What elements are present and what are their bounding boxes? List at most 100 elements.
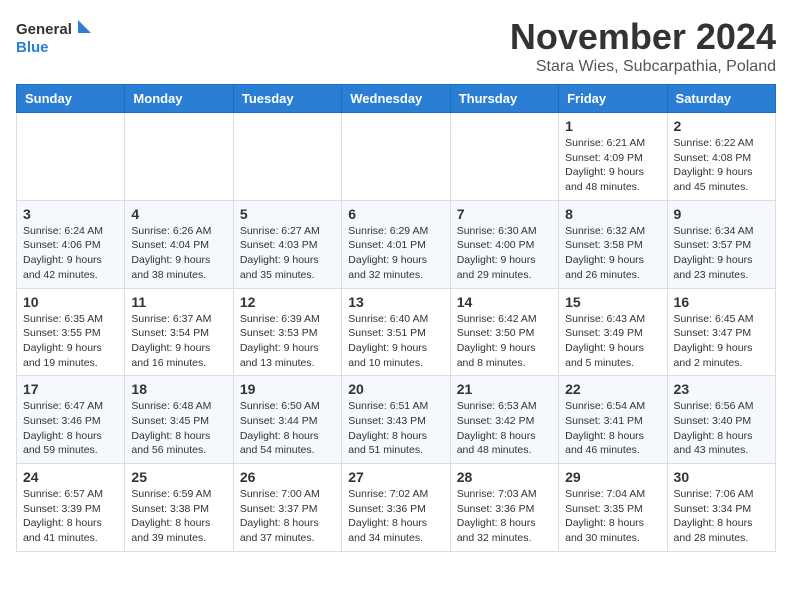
calendar-cell: 24Sunrise: 6:57 AM Sunset: 3:39 PM Dayli…	[17, 464, 125, 552]
weekday-header-row: SundayMondayTuesdayWednesdayThursdayFrid…	[17, 85, 776, 113]
day-detail: Sunrise: 7:06 AM Sunset: 3:34 PM Dayligh…	[674, 487, 769, 546]
day-detail: Sunrise: 7:00 AM Sunset: 3:37 PM Dayligh…	[240, 487, 335, 546]
weekday-header-sunday: Sunday	[17, 85, 125, 113]
calendar-cell: 10 Sunrise: 6:35 AM Sunset: 3:55 PM Dayli…	[17, 288, 125, 376]
calendar-cell: 11 Sunrise: 6:37 AM Sunset: 3:54 PM Dayli…	[125, 288, 233, 376]
calendar-cell: 7 Sunrise: 6:30 AM Sunset: 4:00 PM Daylig…	[450, 200, 558, 288]
calendar-cell: 29Sunrise: 7:04 AM Sunset: 3:35 PM Dayli…	[559, 464, 667, 552]
calendar-cell: 2Sunrise: 6:22 AM Sunset: 4:08 PM Daylig…	[667, 113, 775, 201]
day-detail: Sunrise: 7:02 AM Sunset: 3:36 PM Dayligh…	[348, 487, 443, 546]
location-title: Stara Wies, Subcarpathia, Poland	[510, 58, 776, 76]
day-detail: Sunrise: 6:43 AM Sunset: 3:49 PM Dayligh…	[565, 312, 660, 371]
day-detail: Sunrise: 6:32 AM Sunset: 3:58 PM Dayligh…	[565, 224, 660, 283]
day-detail: Sunrise: 6:54 AM Sunset: 3:41 PM Dayligh…	[565, 399, 660, 458]
weekday-header-tuesday: Tuesday	[233, 85, 341, 113]
calendar-cell: 26 Sunrise: 7:00 AM Sunset: 3:37 PM Dayli…	[233, 464, 341, 552]
day-number: 3	[23, 206, 118, 222]
calendar-cell: 9 Sunrise: 6:34 AM Sunset: 3:57 PM Daylig…	[667, 200, 775, 288]
calendar-cell: 22 Sunrise: 6:54 AM Sunset: 3:41 PM Dayli…	[559, 376, 667, 464]
day-number: 2	[674, 118, 769, 134]
day-number: 26	[240, 469, 335, 485]
day-number: 29	[565, 469, 660, 485]
day-detail: Sunrise: 6:40 AM Sunset: 3:51 PM Dayligh…	[348, 312, 443, 371]
day-number: 19	[240, 381, 335, 397]
calendar-cell: 15 Sunrise: 6:43 AM Sunset: 3:49 PM Dayli…	[559, 288, 667, 376]
day-number: 15	[565, 294, 660, 310]
svg-text:Blue: Blue	[16, 39, 49, 56]
calendar-cell	[233, 113, 341, 201]
calendar-week-row: 17 Sunrise: 6:47 AM Sunset: 3:46 PM Dayli…	[17, 376, 776, 464]
day-detail: Sunrise: 6:47 AM Sunset: 3:46 PM Dayligh…	[23, 399, 118, 458]
calendar-cell: 21 Sunrise: 6:53 AM Sunset: 3:42 PM Dayli…	[450, 376, 558, 464]
day-number: 16	[674, 294, 769, 310]
day-number: 20	[348, 381, 443, 397]
day-number: 17	[23, 381, 118, 397]
weekday-header-monday: Monday	[125, 85, 233, 113]
day-number: 24	[23, 469, 118, 485]
day-detail: Sunrise: 6:37 AM Sunset: 3:54 PM Dayligh…	[131, 312, 226, 371]
day-number: 5	[240, 206, 335, 222]
day-detail: Sunrise: 6:48 AM Sunset: 3:45 PM Dayligh…	[131, 399, 226, 458]
calendar-cell: 20 Sunrise: 6:51 AM Sunset: 3:43 PM Dayli…	[342, 376, 450, 464]
day-number: 21	[457, 381, 552, 397]
calendar-cell: 3 Sunrise: 6:24 AM Sunset: 4:06 PM Daylig…	[17, 200, 125, 288]
logo-icon: GeneralBlue	[16, 16, 96, 60]
calendar-week-row: 10 Sunrise: 6:35 AM Sunset: 3:55 PM Dayli…	[17, 288, 776, 376]
calendar-week-row: 1 Sunrise: 6:21 AM Sunset: 4:09 PM Daylig…	[17, 113, 776, 201]
weekday-header-friday: Friday	[559, 85, 667, 113]
day-number: 18	[131, 381, 226, 397]
day-detail: Sunrise: 6:56 AM Sunset: 3:40 PM Dayligh…	[674, 399, 769, 458]
day-number: 30	[674, 469, 769, 485]
calendar-cell: 25Sunrise: 6:59 AM Sunset: 3:38 PM Dayli…	[125, 464, 233, 552]
calendar-table: SundayMondayTuesdayWednesdayThursdayFrid…	[16, 84, 776, 552]
day-number: 4	[131, 206, 226, 222]
weekday-header-thursday: Thursday	[450, 85, 558, 113]
day-number: 10	[23, 294, 118, 310]
weekday-header-wednesday: Wednesday	[342, 85, 450, 113]
day-number: 14	[457, 294, 552, 310]
calendar-cell	[342, 113, 450, 201]
calendar-cell: 17 Sunrise: 6:47 AM Sunset: 3:46 PM Dayli…	[17, 376, 125, 464]
day-detail: Sunrise: 6:39 AM Sunset: 3:53 PM Dayligh…	[240, 312, 335, 371]
day-number: 27	[348, 469, 443, 485]
calendar-cell: 12Sunrise: 6:39 AM Sunset: 3:53 PM Dayli…	[233, 288, 341, 376]
day-number: 7	[457, 206, 552, 222]
day-detail: Sunrise: 6:59 AM Sunset: 3:38 PM Dayligh…	[131, 487, 226, 546]
day-number: 1	[565, 118, 660, 134]
calendar-week-row: 3 Sunrise: 6:24 AM Sunset: 4:06 PM Daylig…	[17, 200, 776, 288]
calendar-cell: 28 Sunrise: 7:03 AM Sunset: 3:36 PM Dayli…	[450, 464, 558, 552]
calendar-cell: 6Sunrise: 6:29 AM Sunset: 4:01 PM Daylig…	[342, 200, 450, 288]
day-detail: Sunrise: 6:50 AM Sunset: 3:44 PM Dayligh…	[240, 399, 335, 458]
day-detail: Sunrise: 6:34 AM Sunset: 3:57 PM Dayligh…	[674, 224, 769, 283]
day-number: 8	[565, 206, 660, 222]
day-detail: Sunrise: 6:24 AM Sunset: 4:06 PM Dayligh…	[23, 224, 118, 283]
day-detail: Sunrise: 6:29 AM Sunset: 4:01 PM Dayligh…	[348, 224, 443, 283]
svg-text:General: General	[16, 21, 72, 38]
calendar-week-row: 24Sunrise: 6:57 AM Sunset: 3:39 PM Dayli…	[17, 464, 776, 552]
day-number: 9	[674, 206, 769, 222]
day-detail: Sunrise: 6:30 AM Sunset: 4:00 PM Dayligh…	[457, 224, 552, 283]
day-number: 28	[457, 469, 552, 485]
calendar-cell: 19 Sunrise: 6:50 AM Sunset: 3:44 PM Dayli…	[233, 376, 341, 464]
day-number: 13	[348, 294, 443, 310]
day-detail: Sunrise: 6:27 AM Sunset: 4:03 PM Dayligh…	[240, 224, 335, 283]
day-detail: Sunrise: 6:21 AM Sunset: 4:09 PM Dayligh…	[565, 136, 660, 195]
calendar-cell: 4Sunrise: 6:26 AM Sunset: 4:04 PM Daylig…	[125, 200, 233, 288]
day-detail: Sunrise: 6:51 AM Sunset: 3:43 PM Dayligh…	[348, 399, 443, 458]
day-detail: Sunrise: 6:35 AM Sunset: 3:55 PM Dayligh…	[23, 312, 118, 371]
title-section: November 2024 Stara Wies, Subcarpathia, …	[510, 16, 776, 76]
month-title: November 2024	[510, 16, 776, 58]
calendar-cell: 16 Sunrise: 6:45 AM Sunset: 3:47 PM Dayli…	[667, 288, 775, 376]
calendar-cell: 1 Sunrise: 6:21 AM Sunset: 4:09 PM Daylig…	[559, 113, 667, 201]
day-detail: Sunrise: 6:45 AM Sunset: 3:47 PM Dayligh…	[674, 312, 769, 371]
page-header: GeneralBlue November 2024 Stara Wies, Su…	[16, 16, 776, 76]
day-number: 22	[565, 381, 660, 397]
calendar-cell: 27 Sunrise: 7:02 AM Sunset: 3:36 PM Dayli…	[342, 464, 450, 552]
calendar-cell: 23Sunrise: 6:56 AM Sunset: 3:40 PM Dayli…	[667, 376, 775, 464]
day-detail: Sunrise: 6:42 AM Sunset: 3:50 PM Dayligh…	[457, 312, 552, 371]
day-detail: Sunrise: 6:53 AM Sunset: 3:42 PM Dayligh…	[457, 399, 552, 458]
day-number: 11	[131, 294, 226, 310]
weekday-header-saturday: Saturday	[667, 85, 775, 113]
calendar-cell	[450, 113, 558, 201]
day-detail: Sunrise: 7:03 AM Sunset: 3:36 PM Dayligh…	[457, 487, 552, 546]
